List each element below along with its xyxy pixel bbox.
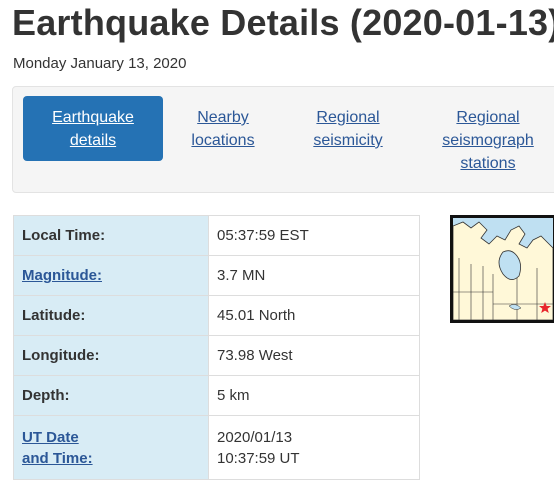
tab-label-line: Nearby	[197, 109, 249, 126]
tab-regional-seismicity[interactable]: Regional seismicity	[288, 96, 408, 161]
table-row: Magnitude: 3.7 MN	[13, 255, 420, 296]
tab-regional-seismograph-stations[interactable]: Regional seismograph stations	[428, 96, 548, 172]
magnitude-link[interactable]: Magnitude:	[22, 267, 102, 284]
tab-nearby-locations[interactable]: Nearby locations	[163, 96, 283, 161]
table-row: UT Date and Time: 2020/01/13 10:37:59 UT	[13, 415, 420, 480]
tab-label-line: details	[69, 132, 117, 149]
table-row: Longitude: 73.98 West	[13, 335, 420, 376]
latitude-label: Latitude:	[13, 295, 209, 336]
longitude-label: Longitude:	[13, 335, 209, 376]
tab-label-line: Earthquake	[52, 109, 134, 126]
magnitude-label-cell: Magnitude:	[13, 255, 209, 296]
table-row: Depth: 5 km	[13, 375, 420, 416]
tab-label-line: seismicity	[313, 132, 383, 149]
depth-label: Depth:	[13, 375, 209, 416]
ut-label-line: UT Date	[22, 428, 79, 446]
tab-bar: Earthquake details Nearby locations Region…	[12, 86, 554, 193]
table-row: Local Time: 05:37:59 EST	[13, 215, 420, 256]
local-time-label: Local Time:	[13, 215, 209, 256]
ut-time-value: 10:37:59 UT	[217, 449, 300, 467]
ut-label-line: and Time:	[22, 449, 93, 467]
depth-value: 5 km	[208, 375, 420, 416]
table-row: Latitude: 45.01 North	[13, 295, 420, 336]
location-map[interactable]	[450, 215, 554, 323]
ut-date-value: 2020/01/13	[217, 428, 293, 446]
canada-map-icon	[453, 218, 553, 320]
tab-label-line: Regional	[316, 109, 380, 126]
tab-label-line: Regional	[456, 109, 520, 126]
magnitude-value: 3.7 MN	[208, 255, 420, 296]
local-time-value: 05:37:59 EST	[208, 215, 420, 256]
longitude-value: 73.98 West	[208, 335, 420, 376]
tab-label-line: stations	[460, 155, 516, 172]
tab-label-line: locations	[191, 132, 255, 149]
ut-value-cell: 2020/01/13 10:37:59 UT	[208, 415, 420, 480]
tab-earthquake-details[interactable]: Earthquake details	[23, 96, 163, 161]
tab-label-line: seismograph	[442, 132, 534, 149]
page-date: Monday January 13, 2020	[13, 55, 187, 72]
earthquake-details-table: Local Time: 05:37:59 EST Magnitude: 3.7 …	[13, 215, 420, 480]
ut-label-cell: UT Date and Time:	[13, 415, 209, 480]
ut-date-time-link[interactable]: UT Date and Time:	[22, 429, 93, 467]
page-title: Earthquake Details (2020-01-13)	[12, 2, 554, 43]
latitude-value: 45.01 North	[208, 295, 420, 336]
